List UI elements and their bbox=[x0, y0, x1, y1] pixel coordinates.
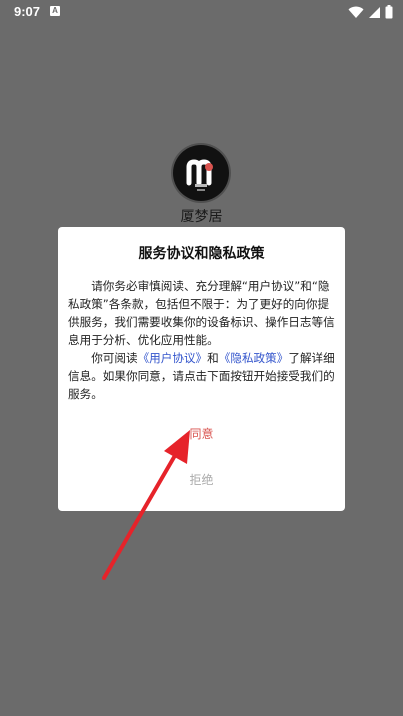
paragraph-2-and: 和 bbox=[207, 351, 219, 365]
status-icons bbox=[348, 4, 393, 20]
privacy-policy-link[interactable]: 《隐私政策》 bbox=[219, 351, 289, 365]
dialog-body: 请你务必审慎阅读、充分理解“用户协议”和“隐私政策”各条款，包括但不限于：为了更… bbox=[68, 277, 335, 403]
privacy-dialog: 服务协议和隐私政策 请你务必审慎阅读、充分理解“用户协议”和“隐私政策”各条款，… bbox=[58, 227, 345, 511]
signal-icon bbox=[369, 6, 380, 18]
dialog-paragraph-2: 你可阅读《用户协议》和《隐私政策》了解详细信息。如果你同意，请点击下面按钮开始接… bbox=[68, 349, 335, 403]
status-bar: 9:07 A bbox=[0, 0, 403, 24]
wifi-icon bbox=[348, 6, 364, 18]
dialog-title: 服务协议和隐私政策 bbox=[138, 246, 265, 262]
app-logo-icon bbox=[173, 145, 229, 201]
paragraph-2-intro: 你可阅读 bbox=[91, 351, 138, 365]
user-agreement-link[interactable]: 《用户协议》 bbox=[138, 351, 208, 365]
agree-button[interactable]: 同意 bbox=[58, 425, 345, 442]
notification-icon: A bbox=[50, 6, 60, 16]
reject-button[interactable]: 拒绝 bbox=[58, 471, 345, 488]
battery-icon bbox=[385, 5, 393, 19]
app-name: 厦梦居 bbox=[180, 209, 223, 225]
status-time: 9:07 bbox=[14, 4, 41, 19]
dialog-paragraph-1: 请你务必审慎阅读、充分理解“用户协议”和“隐私政策”各条款，包括但不限于：为了更… bbox=[68, 279, 335, 347]
